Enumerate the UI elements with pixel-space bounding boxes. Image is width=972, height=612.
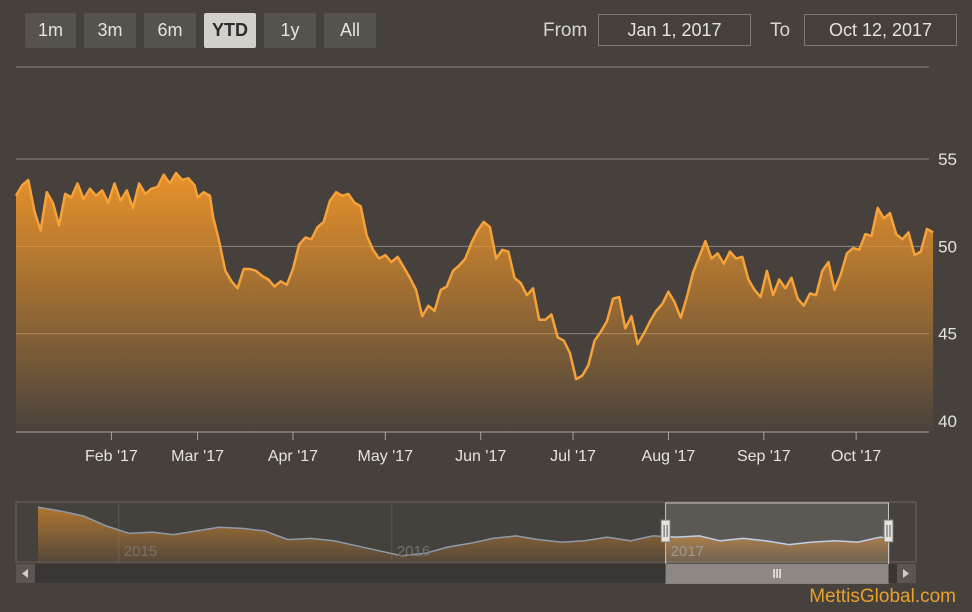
- navigator-mask-left: [17, 503, 666, 562]
- navigator-handles: [660, 519, 894, 543]
- navigator-line: [37, 506, 891, 557]
- watermark: MettisGlobal.com: [809, 586, 956, 607]
- navigator-area: [38, 507, 890, 562]
- x-axis-ticks: Feb '17 Mar '17 Apr '17 May '17 Jun '17 Jul '…: [85, 432, 881, 465]
- x-tick-label: Jul '17: [550, 448, 596, 465]
- to-label: To: [770, 20, 791, 41]
- y-tick-label: 55: [938, 150, 957, 169]
- range-button-6m[interactable]: 6m: [144, 13, 196, 48]
- navigator-year-lines: [118, 503, 667, 562]
- navigator-frame: [15, 501, 917, 563]
- y-tick-label: 40: [938, 412, 957, 431]
- range-button-1m[interactable]: 1m: [25, 13, 76, 48]
- navigator-year-label: 2017: [671, 543, 704, 560]
- scrollbar-track: [16, 564, 916, 583]
- scrollbar-thumb: [665, 564, 889, 583]
- from-date-input[interactable]: [598, 14, 751, 46]
- navigator-selection: [665, 502, 890, 584]
- navigator-year-labels: 2015 2016 2017: [124, 543, 704, 560]
- series-line: [14, 171, 934, 381]
- range-button-3m[interactable]: 3m: [84, 13, 136, 48]
- range-button-ytd[interactable]: YTD: [204, 13, 256, 48]
- navigator-year-label: 2015: [124, 543, 157, 560]
- scrollbar-left-button: [16, 564, 35, 583]
- range-button-1y[interactable]: 1y: [264, 13, 316, 48]
- from-label: From: [543, 20, 588, 41]
- x-tick-label: Mar '17: [171, 448, 224, 465]
- x-tick-label: Apr '17: [268, 448, 318, 465]
- x-tick-label: Feb '17: [85, 448, 138, 465]
- x-tick-label: Jun '17: [455, 448, 506, 465]
- price-chart: 40 45 50 55 Feb '17 Mar '17 Apr '17 May '17 Jun…: [14, 66, 957, 584]
- arrow-left-icon: [22, 569, 28, 578]
- scrollbar-right-button: [897, 564, 916, 583]
- x-tick-label: Oct '17: [831, 448, 881, 465]
- arrow-right-icon: [903, 569, 909, 578]
- navigator-year-label: 2016: [397, 543, 430, 560]
- x-tick-label: May '17: [358, 448, 414, 465]
- navigator-handle-left: [660, 519, 671, 543]
- grip-icon: [773, 569, 781, 578]
- y-tick-label: 45: [938, 325, 957, 344]
- grid-lines: [16, 66, 929, 335]
- y-tick-label: 50: [938, 237, 957, 256]
- series-area: [16, 173, 934, 432]
- navigator-handle-right: [883, 519, 894, 543]
- to-date-input[interactable]: [804, 14, 957, 46]
- x-tick-label: Sep '17: [737, 448, 791, 465]
- range-button-all[interactable]: All: [324, 13, 376, 48]
- x-tick-label: Aug '17: [642, 448, 696, 465]
- y-axis-ticks: 40 45 50 55: [938, 150, 957, 431]
